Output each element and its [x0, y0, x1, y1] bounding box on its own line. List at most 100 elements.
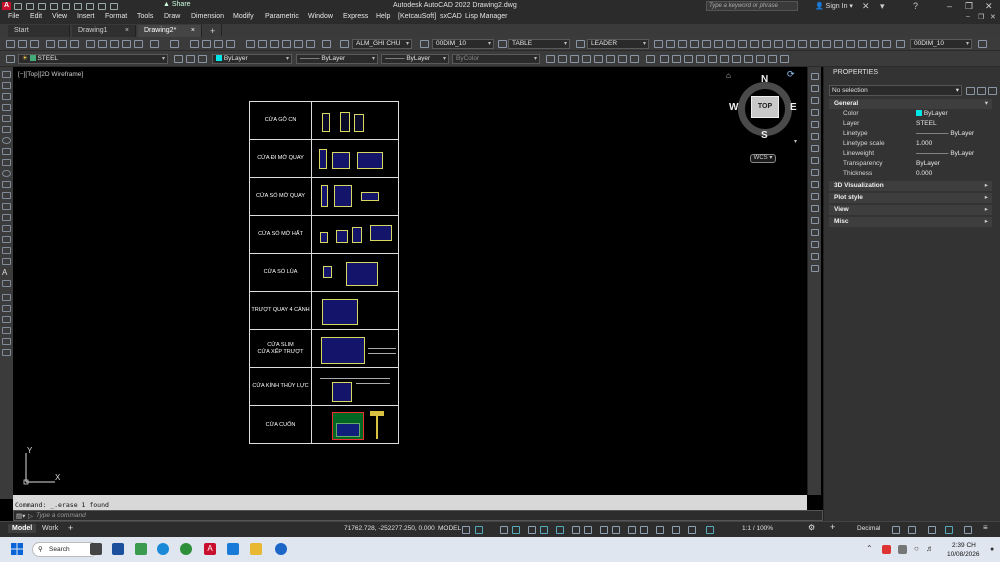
array-icon[interactable]: [811, 121, 819, 128]
sign-in-button[interactable]: 👤 Sign In ▾: [815, 2, 853, 10]
compass-south[interactable]: S: [761, 130, 768, 141]
dynamic-ucs-icon[interactable]: [628, 526, 636, 534]
add-layout-icon[interactable]: +: [64, 522, 77, 534]
coordinates-readout[interactable]: 71762.728, -252277.250, 0.000: [344, 525, 435, 532]
property-row-linetype[interactable]: Linetype ————— ByLayer: [829, 129, 992, 139]
new-icon[interactable]: [14, 2, 22, 10]
dim-override-icon[interactable]: [978, 40, 987, 48]
teams-icon[interactable]: [135, 543, 147, 555]
section-view[interactable]: View ▸: [829, 205, 992, 215]
dim-space-icon[interactable]: [786, 40, 795, 48]
tray-app-icon[interactable]: [882, 545, 891, 554]
menu-lisp-manager[interactable]: Lisp Manager: [465, 13, 507, 20]
model-space-toggle[interactable]: MODEL: [438, 525, 461, 532]
mirror-icon[interactable]: [2, 316, 11, 323]
dim-jogged-icon[interactable]: [714, 40, 723, 48]
layer-properties-icon[interactable]: [6, 55, 15, 63]
fillet-icon[interactable]: [811, 241, 819, 248]
messenger-icon[interactable]: [275, 543, 287, 555]
gradient-icon[interactable]: [2, 236, 11, 243]
menu-insert[interactable]: Insert: [77, 13, 95, 20]
layer-translate-icon[interactable]: [684, 55, 693, 63]
selection-cycling-icon[interactable]: [600, 526, 608, 534]
properties-palette[interactable]: PROPERTIES No selection ▾ General ▾ Color …: [823, 67, 1000, 521]
quick-properties-icon[interactable]: [892, 526, 900, 534]
doc-minimize-icon[interactable]: –: [966, 13, 970, 20]
menu-help[interactable]: Help: [376, 13, 390, 20]
plotstyle-select[interactable]: ByColor ▾: [452, 54, 540, 64]
quick-dim-icon[interactable]: [750, 40, 759, 48]
pan-icon[interactable]: [190, 40, 199, 48]
layer-isolate-icon[interactable]: [558, 55, 567, 63]
layer-tool-icon[interactable]: [756, 55, 765, 63]
copy-icon[interactable]: [98, 40, 107, 48]
file-explorer-icon[interactable]: [250, 543, 262, 555]
plot-icon[interactable]: [46, 40, 55, 48]
layer-extra-icon[interactable]: [780, 55, 789, 63]
zoom-window-icon[interactable]: [214, 40, 223, 48]
volume-icon[interactable]: ♬: [926, 544, 934, 553]
compass-east[interactable]: E: [790, 102, 797, 113]
mirror-icon[interactable]: [811, 97, 819, 104]
drawing-viewport[interactable]: [−][Top][2D Wireframe] CỬA GỖ CN CỬA ĐI …: [13, 67, 807, 495]
layer-state-icon[interactable]: [198, 55, 207, 63]
point-icon[interactable]: [2, 214, 11, 221]
dim-style-manager-icon[interactable]: [896, 40, 905, 48]
bnsc-app-icon[interactable]: [112, 543, 124, 555]
account-dropdown-icon[interactable]: ▾: [880, 1, 885, 12]
tab-drawing1[interactable]: Drawing1 ×: [72, 25, 136, 37]
redo-icon[interactable]: [110, 2, 118, 10]
snap-icon[interactable]: [475, 526, 483, 534]
properties-icon[interactable]: [246, 40, 255, 48]
lock-ui-icon[interactable]: [908, 526, 916, 534]
annotation-visibility-icon[interactable]: [672, 526, 680, 534]
section-3d-visualization[interactable]: 3D Visualization ▸: [829, 181, 992, 191]
open-web-icon[interactable]: [62, 2, 70, 10]
section-general[interactable]: General ▾: [829, 99, 992, 109]
menu-parametric[interactable]: Parametric: [265, 13, 299, 20]
polygon-icon[interactable]: [2, 104, 11, 111]
clock-date[interactable]: 10/08/2026: [947, 551, 980, 558]
menu-sxcad[interactable]: sxCAD: [440, 13, 462, 20]
cube-menu-icon[interactable]: ▾: [794, 138, 797, 145]
menu-dimension[interactable]: Dimension: [191, 13, 224, 20]
task-view-icon[interactable]: [90, 543, 102, 555]
save-web-icon[interactable]: [74, 2, 82, 10]
block-editor-icon[interactable]: [134, 40, 143, 48]
layer-unisolate-icon[interactable]: [570, 55, 579, 63]
dim-update-icon[interactable]: [882, 40, 891, 48]
mleader-style-select[interactable]: LEADER ▾: [587, 39, 649, 49]
publish-icon[interactable]: [70, 40, 79, 48]
dim-style-select[interactable]: 00DIM_10 ▾: [432, 39, 494, 49]
view-cube[interactable]: TOP N S W E: [729, 74, 798, 141]
line-icon[interactable]: [2, 71, 11, 78]
compass-west[interactable]: W: [729, 102, 738, 113]
dim-text-edit-icon[interactable]: [870, 40, 879, 48]
dim-radius-icon[interactable]: [702, 40, 711, 48]
share-button[interactable]: ▲ Share: [163, 1, 191, 8]
dim-linear-icon[interactable]: [654, 40, 663, 48]
close-icon[interactable]: ✕: [985, 1, 993, 12]
help-icon[interactable]: [322, 40, 331, 48]
scale-icon[interactable]: [811, 157, 819, 164]
gizmo-icon[interactable]: [656, 526, 664, 534]
auto-scale-icon[interactable]: [688, 526, 696, 534]
save-icon[interactable]: [38, 2, 46, 10]
redo-icon[interactable]: [170, 40, 179, 48]
wcs-menu[interactable]: WCS ▾: [750, 154, 776, 163]
revcloud-icon[interactable]: [2, 148, 11, 155]
grid-icon[interactable]: [462, 526, 470, 534]
offset-icon[interactable]: [2, 327, 11, 334]
match-properties-icon[interactable]: [122, 40, 131, 48]
zoom-realtime-icon[interactable]: [202, 40, 211, 48]
tab-model[interactable]: Model: [8, 524, 37, 533]
layer-copy-icon[interactable]: [732, 55, 741, 63]
menu-modify[interactable]: Modify: [233, 13, 254, 20]
qnew-icon[interactable]: [6, 40, 15, 48]
tolerance-icon[interactable]: [810, 40, 819, 48]
array-icon[interactable]: [2, 338, 11, 345]
hatch-icon[interactable]: [2, 225, 11, 232]
command-input[interactable]: ▤▾ ▷ Type a command: [13, 510, 823, 521]
units-select[interactable]: Decimal: [857, 525, 880, 532]
layer-unlock-icon[interactable]: [606, 55, 615, 63]
